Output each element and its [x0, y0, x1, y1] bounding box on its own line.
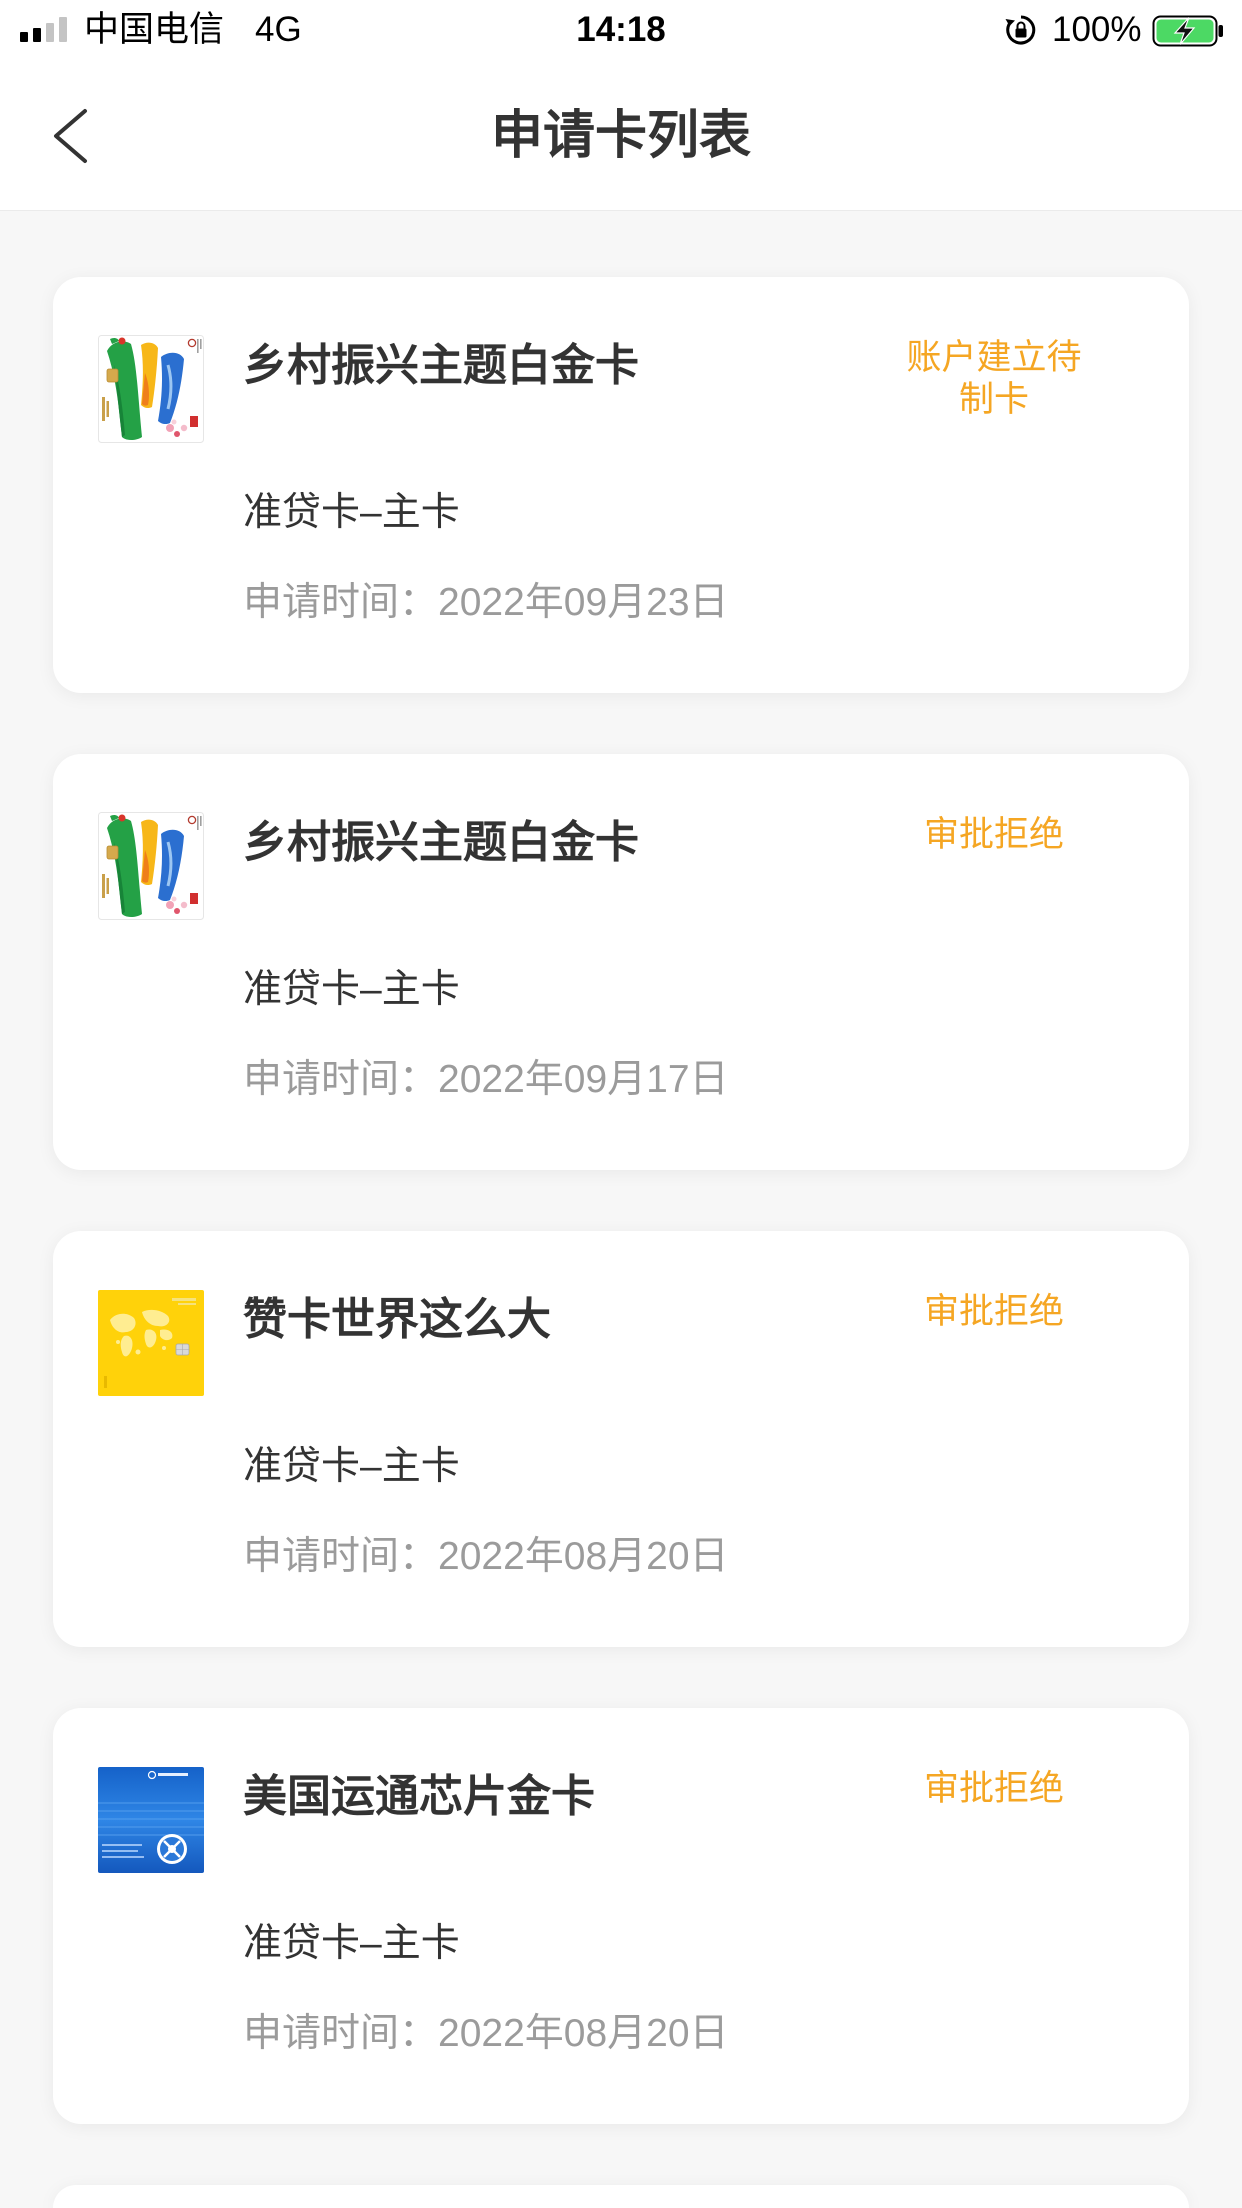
card-type: 准贷卡–主卡	[243, 491, 460, 534]
card-type: 准贷卡–主卡	[243, 968, 460, 1011]
apply-time-value: 2022年09月23日	[438, 581, 729, 624]
battery-percentage: 100%	[1052, 10, 1142, 49]
application-card[interactable]: 美国运通芯片金卡 审批拒绝 准贷卡–主卡 申请时间：2022年08月20日	[53, 1708, 1189, 2124]
card-image	[98, 335, 204, 443]
card-name: 乡村振兴主题白金卡	[243, 341, 639, 390]
card-name: 乡村振兴主题白金卡	[243, 818, 639, 867]
apply-time-label: 申请时间：	[243, 2012, 439, 2055]
battery-charging-icon	[1152, 15, 1223, 47]
orientation-lock-icon	[1005, 15, 1036, 45]
application-status: 审批拒绝	[923, 815, 1064, 854]
header: 中国电信 4G 14:18 100% 申请卡列表	[0, 0, 1242, 211]
apply-time-row: 申请时间：2022年08月20日	[243, 2008, 729, 2060]
page-title: 申请卡列表	[490, 107, 751, 165]
apply-time-label: 申请时间：	[243, 1535, 439, 1578]
application-status: 账户建立待制卡	[906, 338, 1082, 419]
apply-time-label: 申请时间：	[243, 1058, 439, 1101]
application-card-partial	[53, 2185, 1189, 2208]
card-application-list-page: 中国电信 4G 14:18 100% 申请卡列表 乡村振兴主题白金卡 账户建立待…	[0, 0, 1242, 2208]
application-card[interactable]: 乡村振兴主题白金卡 审批拒绝 准贷卡–主卡 申请时间：2022年09月17日	[53, 754, 1189, 1170]
card-type: 准贷卡–主卡	[243, 1445, 460, 1488]
application-card[interactable]: 乡村振兴主题白金卡 账户建立待制卡 准贷卡–主卡 申请时间：2022年09月23…	[53, 277, 1189, 693]
apply-time-label: 申请时间：	[243, 581, 439, 624]
card-type: 准贷卡–主卡	[243, 1922, 460, 1965]
card-name: 美国运通芯片金卡	[243, 1772, 595, 1821]
navigation-bar: 申请卡列表	[0, 62, 1242, 211]
status-bar: 中国电信 4G 14:18 100%	[0, 0, 1242, 62]
card-image	[98, 812, 204, 920]
apply-time-value: 2022年09月17日	[438, 1058, 729, 1101]
apply-time-row: 申请时间：2022年08月20日	[243, 1531, 729, 1583]
application-card[interactable]: 赞卡世界这么大 审批拒绝 准贷卡–主卡 申请时间：2022年08月20日	[53, 1231, 1189, 1647]
card-name: 赞卡世界这么大	[243, 1295, 551, 1344]
card-image	[98, 1766, 204, 1874]
apply-time-row: 申请时间：2022年09月23日	[243, 577, 729, 629]
card-image	[98, 1289, 204, 1397]
apply-time-value: 2022年08月20日	[438, 1535, 729, 1578]
apply-time-value: 2022年08月20日	[438, 2012, 729, 2055]
application-status: 审批拒绝	[923, 1292, 1064, 1331]
application-status: 审批拒绝	[923, 1769, 1064, 1808]
apply-time-row: 申请时间：2022年09月17日	[243, 1054, 729, 1106]
